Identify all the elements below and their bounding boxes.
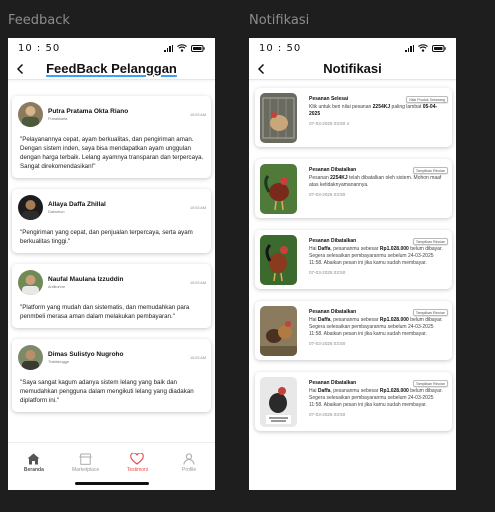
avatar bbox=[18, 195, 43, 220]
notification-card[interactable]: Pesanan Dibatalkan Tampilkan Rincian Hai … bbox=[255, 372, 452, 431]
nav-label: Marketplace bbox=[72, 467, 100, 473]
feedback-card: Allaya Daffa Zhillal Daburkun 10:03 AM "… bbox=[12, 189, 211, 253]
notification-header: Notifikasi bbox=[249, 58, 456, 80]
user-icon bbox=[183, 453, 195, 465]
rooster-image bbox=[260, 377, 297, 427]
notification-list: Pesanan Selesai Nilai Produk Sekarang Kli… bbox=[249, 80, 456, 431]
reviewer-handle: Daburkun bbox=[48, 210, 65, 214]
notification-time: 07-03-2025 03:50 bbox=[309, 192, 346, 197]
show-details-button[interactable]: Tampilkan Rincian bbox=[412, 309, 448, 316]
signal-icon bbox=[405, 44, 414, 52]
nav-label: Testimoni bbox=[126, 467, 148, 473]
notification-title: Pesanan Selesai bbox=[309, 96, 349, 102]
avatar bbox=[18, 102, 43, 127]
feedback-card: Dimas Sulistyo Nugroho Trabisbugge 10:03… bbox=[12, 339, 211, 412]
reviewer-handle: Antikurcre bbox=[48, 285, 66, 289]
battery-icon bbox=[432, 44, 446, 52]
notification-card[interactable]: Pesanan Dibatalkan Tampilkan Rincian Hai … bbox=[255, 301, 452, 360]
feedback-card: Putra Pratama Okta Riano Putrakkarta 10:… bbox=[12, 96, 211, 178]
rooster-image bbox=[260, 93, 297, 143]
notification-title: Pesanan Dibatalkan bbox=[309, 380, 357, 386]
page-title: FeedBack Pelanggan bbox=[46, 61, 177, 76]
nav-item-marketplace[interactable]: Marketplace bbox=[66, 453, 106, 473]
frame-label-notifikasi: Notifikasi bbox=[249, 13, 310, 28]
review-text: "Platform yang mudah dan sistematis, dan… bbox=[20, 304, 190, 320]
feedback-list: Putra Pratama Okta Riano Putrakkarta 10:… bbox=[8, 80, 215, 412]
nav-label: Profile bbox=[182, 467, 197, 473]
signal-icon bbox=[164, 44, 173, 52]
feedback-header: FeedBack Pelanggan bbox=[8, 58, 215, 80]
notification-time: 07-03-2025 03:50 bbox=[309, 270, 346, 275]
show-details-button[interactable]: Tampilkan Rincian bbox=[412, 238, 448, 245]
notification-title: Pesanan Dibatalkan bbox=[309, 309, 357, 315]
home-indicator bbox=[75, 482, 149, 485]
notification-screen: 10 : 50 Notifikasi Pesanan Selesai Nilai … bbox=[249, 38, 456, 490]
reviewer-name: Dimas Sulistyo Nugroho bbox=[48, 351, 124, 358]
reviewer-name: Naufal Maulana Izzuddin bbox=[48, 276, 124, 283]
nav-item-profile[interactable]: Profile bbox=[169, 453, 209, 473]
notification-text: Klik untuk beri nilai pesanan 2254KJ pal… bbox=[309, 104, 438, 117]
status-time: 10 : 50 bbox=[259, 42, 302, 54]
nav-item-testimoni[interactable]: Testimoni bbox=[117, 453, 157, 473]
wifi-icon bbox=[177, 44, 187, 52]
notification-text: Hai Daffa, pesananmu sebesar Rp1.028.000… bbox=[309, 388, 443, 408]
review-text: "Pengiriman yang cepat, dan penjualan te… bbox=[20, 229, 193, 245]
notification-time: 07-03-2025 03:50 bbox=[309, 412, 346, 417]
nav-item-beranda[interactable]: Beranda bbox=[14, 453, 54, 473]
wifi-icon bbox=[418, 44, 428, 52]
shop-icon bbox=[79, 453, 92, 465]
avatar bbox=[18, 270, 43, 295]
notification-text: Hai Daffa, pesananmu sebesar Rp1.028.000… bbox=[309, 246, 443, 266]
back-icon[interactable] bbox=[14, 62, 28, 76]
home-icon bbox=[27, 453, 40, 465]
frame-label-feedback: Feedback bbox=[8, 13, 70, 28]
review-time: 10:03 AM bbox=[189, 112, 206, 117]
status-bar: 10 : 50 bbox=[249, 38, 456, 58]
reviewer-name: Putra Pratama Okta Riano bbox=[48, 108, 129, 115]
notification-time: 07-03-2025 03:50 ∨ bbox=[309, 121, 350, 126]
show-details-button[interactable]: Tampilkan Rincian bbox=[412, 380, 448, 387]
notification-text: Pesanan 2254KJ telah dibatalkan oleh sis… bbox=[309, 175, 442, 188]
rate-product-button[interactable]: Nilai Produk Sekarang bbox=[406, 96, 448, 103]
notification-card[interactable]: Pesanan Selesai Nilai Produk Sekarang Kli… bbox=[255, 88, 452, 147]
rooster-image bbox=[260, 235, 297, 285]
notification-text: Hai Daffa, pesananmu sebesar Rp1.028.000… bbox=[309, 317, 443, 337]
bottom-nav: Beranda Marketplace Testimoni Profile bbox=[8, 442, 215, 490]
back-icon[interactable] bbox=[255, 62, 269, 76]
avatar bbox=[18, 345, 43, 370]
review-text: "Saya sangat kagum adanya sistem lelang … bbox=[20, 379, 194, 404]
feedback-screen: 10 : 50 FeedBack Pelanggan Putra Pratama… bbox=[8, 38, 215, 490]
page-title: Notifikasi bbox=[323, 61, 382, 76]
notification-time: 07-03-2025 03:50 bbox=[309, 341, 346, 346]
rooster-image bbox=[260, 164, 297, 214]
status-time: 10 : 50 bbox=[18, 42, 61, 54]
status-bar: 10 : 50 bbox=[8, 38, 215, 58]
review-text: "Pelayanannya cepat, ayam berkualitas, d… bbox=[20, 136, 204, 170]
heart-icon bbox=[130, 453, 145, 465]
show-details-button[interactable]: Tampilkan Rincian bbox=[412, 167, 448, 174]
nav-label: Beranda bbox=[23, 467, 44, 473]
battery-icon bbox=[191, 44, 205, 52]
notification-title: Pesanan Dibatalkan bbox=[309, 167, 357, 173]
reviewer-name: Allaya Daffa Zhillal bbox=[48, 201, 106, 208]
notification-card[interactable]: Pesanan Dibatalkan Tampilkan Rincian Pesa… bbox=[255, 159, 452, 218]
review-time: 10:03 AM bbox=[189, 280, 206, 285]
review-time: 10:03 AM bbox=[189, 355, 206, 360]
rooster-image bbox=[260, 306, 297, 356]
review-time: 10:03 AM bbox=[189, 205, 206, 210]
reviewer-handle: Putrakkarta bbox=[48, 117, 68, 121]
reviewer-handle: Trabisbugge bbox=[48, 360, 69, 364]
feedback-card: Naufal Maulana Izzuddin Antikurcre 10:03… bbox=[12, 264, 211, 328]
notification-card[interactable]: Pesanan Dibatalkan Tampilkan Rincian Hai … bbox=[255, 230, 452, 289]
notification-title: Pesanan Dibatalkan bbox=[309, 238, 357, 244]
